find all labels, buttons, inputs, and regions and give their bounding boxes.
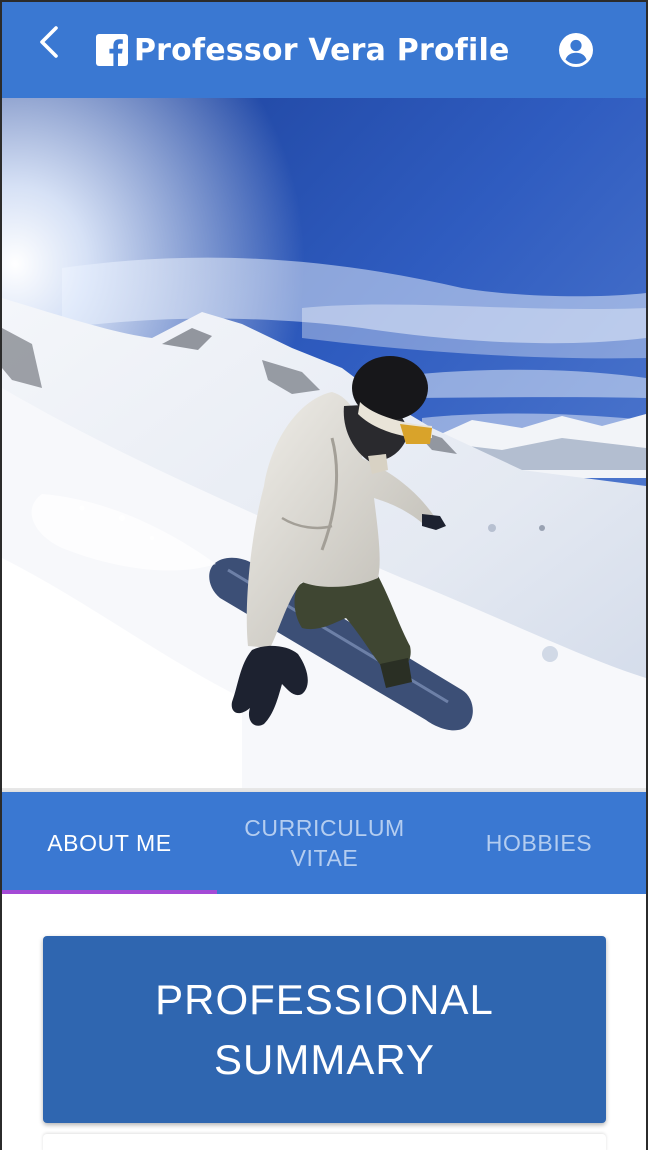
tab-about-me[interactable]: ABOUT ME: [2, 792, 217, 894]
profile-screen: Professor Vera Profile ABOUT ME CURRICUL…: [2, 2, 646, 1150]
section-title: PROFESSIONAL SUMMARY: [155, 975, 494, 1083]
tab-label: HOBBIES: [485, 830, 593, 856]
app-title-group: Professor Vera Profile: [96, 30, 510, 70]
hero-image: [2, 98, 646, 790]
tab-curriculum-vitae[interactable]: CURRICULUM VITAE: [217, 792, 432, 894]
account-circle-icon: [559, 33, 593, 67]
snowboarder-photo: [2, 98, 646, 790]
tab-label: ABOUT ME: [47, 830, 172, 856]
tab-label: CURRICULUM VITAE: [244, 815, 405, 871]
account-button[interactable]: [558, 32, 594, 68]
back-button[interactable]: [32, 22, 68, 62]
tab-hobbies[interactable]: HOBBIES: [432, 792, 646, 894]
profile-tabs: ABOUT ME CURRICULUM VITAE HOBBIES: [2, 792, 646, 894]
professional-summary-card[interactable]: PROFESSIONAL SUMMARY: [43, 936, 606, 1123]
page-title: Professor Vera Profile: [134, 32, 510, 68]
about-me-content: PROFESSIONAL SUMMARY: [2, 894, 646, 1150]
chevron-left-icon: [40, 26, 58, 58]
app-bar: Professor Vera Profile: [2, 2, 646, 98]
facebook-icon: [96, 34, 128, 66]
next-card: [43, 1134, 606, 1150]
